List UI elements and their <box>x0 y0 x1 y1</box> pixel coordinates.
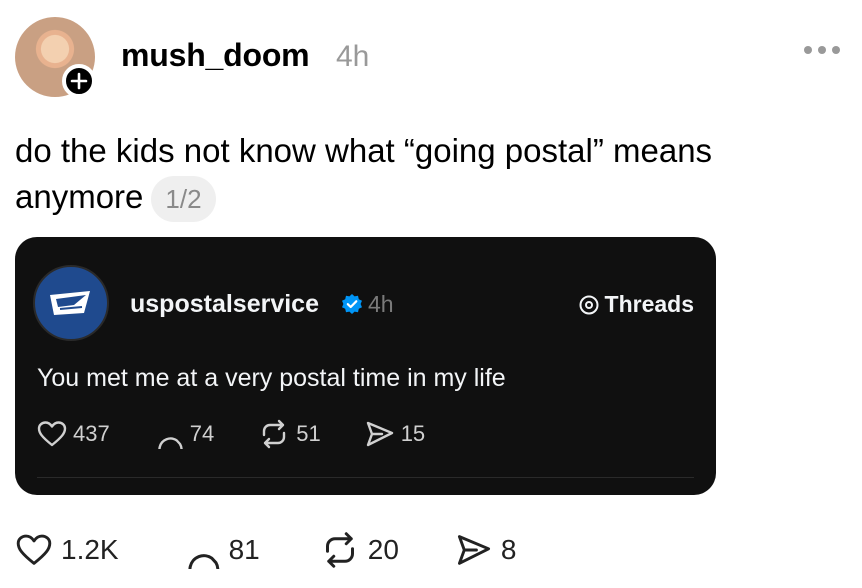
verified-icon <box>342 294 362 314</box>
post-body: do the kids not know what “going postal”… <box>15 128 845 223</box>
post-text: do the kids not know what “going postal”… <box>15 132 713 215</box>
threads-icon <box>579 295 599 314</box>
quoted-reply-button[interactable]: 74 <box>154 419 214 449</box>
quoted-share-button[interactable]: 15 <box>365 420 425 448</box>
quoted-text: You met me at a very postal time in my l… <box>37 364 506 392</box>
share-button[interactable]: 8 <box>455 533 517 567</box>
post-actions: 1.2K 81 20 8 <box>15 531 517 569</box>
like-button[interactable]: 1.2K <box>15 533 119 567</box>
reply-button[interactable]: 81 <box>183 531 260 569</box>
threads-link[interactable]: Threads <box>578 291 694 318</box>
share-count: 8 <box>500 534 517 565</box>
repost-button[interactable]: 20 <box>320 531 399 569</box>
reply-count: 81 <box>228 534 260 565</box>
usps-eagle-icon <box>50 291 90 315</box>
quoted-time: 4h <box>368 291 394 317</box>
heart-icon <box>37 421 67 447</box>
reply-icon <box>158 437 183 449</box>
avatar[interactable] <box>15 17 96 98</box>
quoted-share-count: 15 <box>400 421 426 446</box>
share-icon <box>457 535 490 565</box>
quoted-like-count: 437 <box>73 421 110 446</box>
repost-icon <box>263 419 286 449</box>
plus-icon <box>70 72 88 90</box>
post-time: 4h <box>336 40 370 73</box>
quoted-reply-count: 74 <box>189 421 215 446</box>
quoted-actions: 437 74 51 15 <box>37 419 425 449</box>
more-icon[interactable] <box>804 46 840 54</box>
heart-icon <box>16 534 52 565</box>
username[interactable]: mush_doom <box>121 37 310 74</box>
quoted-repost-button[interactable]: 51 <box>258 419 321 449</box>
follow-button[interactable] <box>62 64 96 98</box>
threads-label: Threads <box>604 291 694 317</box>
quoted-post-card[interactable]: uspostalservice 4h Threads You met me at… <box>15 237 716 495</box>
reply-icon <box>188 554 219 569</box>
quoted-repost-count: 51 <box>296 421 321 446</box>
quoted-like-button[interactable]: 437 <box>37 420 110 448</box>
quoted-username[interactable]: uspostalservice <box>130 290 319 319</box>
repost-icon <box>325 532 354 568</box>
quoted-avatar[interactable] <box>33 265 109 341</box>
share-icon <box>366 421 393 447</box>
card-divider <box>37 477 694 478</box>
page-indicator: 1/2 <box>151 176 216 223</box>
repost-count: 20 <box>367 534 399 565</box>
like-count: 1.2K <box>61 534 119 565</box>
